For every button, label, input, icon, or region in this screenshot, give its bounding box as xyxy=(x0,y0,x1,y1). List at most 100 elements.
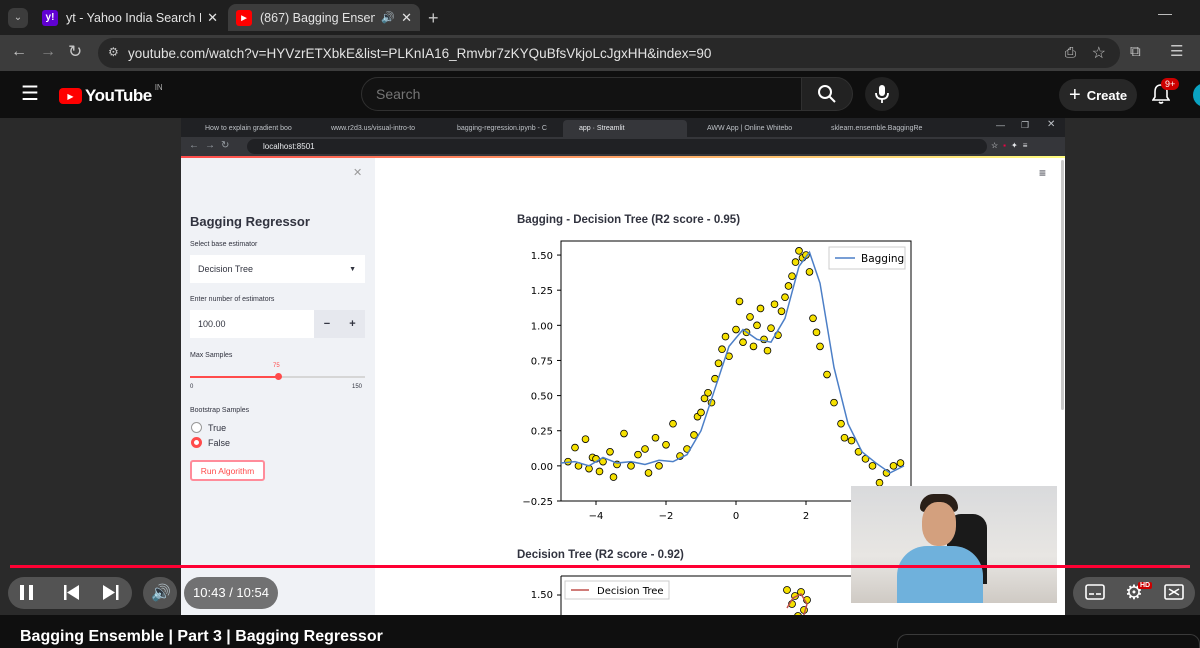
tab-title: yt - Yahoo India Search Results xyxy=(66,10,201,25)
data-point xyxy=(655,462,663,470)
search-input[interactable] xyxy=(362,78,782,110)
scrollbar xyxy=(1061,160,1064,410)
y-tick-label: 1.25 xyxy=(531,286,553,297)
chart-title-2: Decision Tree (R2 score - 0.92) xyxy=(517,549,684,561)
next-icon[interactable] xyxy=(103,585,119,600)
youtube-logo[interactable]: ▶ YouTube IN xyxy=(59,82,163,106)
max-samples-value: 75 xyxy=(273,363,280,369)
forward-icon[interactable]: → xyxy=(40,44,56,60)
tab-title: (867) Bagging Ensemble | P xyxy=(260,10,375,25)
data-point xyxy=(595,467,604,476)
n-estimators-label: Enter number of estimators xyxy=(190,296,275,303)
notifications-button[interactable]: 9+ xyxy=(1151,78,1180,109)
max-samples-label: Max Samples xyxy=(190,352,233,359)
tab-youtube[interactable]: ▶ (867) Bagging Ensemble | P 🔊 ✕ xyxy=(228,4,420,31)
site-info-icon[interactable]: ⚙ xyxy=(108,45,119,59)
data-point xyxy=(697,408,705,417)
bookmark-star-icon[interactable]: ☆ xyxy=(1092,43,1106,63)
data-point xyxy=(644,469,653,477)
inner-close-icon: ✕ xyxy=(1047,119,1056,130)
radio-false: False xyxy=(191,437,230,448)
voice-search-button[interactable] xyxy=(865,77,899,111)
progress-played xyxy=(10,565,1170,568)
n-estimators-input: 100.00 xyxy=(190,310,314,338)
inner-maximize-icon: ❐ xyxy=(1021,120,1030,130)
search-button[interactable] xyxy=(801,77,853,111)
inner-tab: AWW App | Online Whitebo xyxy=(707,125,793,132)
inner-nav-icons: ←→↻ xyxy=(189,140,236,151)
data-point xyxy=(609,473,618,481)
data-point xyxy=(627,462,635,470)
x-tick-label: 2 xyxy=(803,511,809,522)
data-point xyxy=(868,462,877,470)
legend-label: Decision Tree xyxy=(597,586,664,597)
slider-max: 150 xyxy=(352,384,363,390)
region-label: IN xyxy=(154,82,163,92)
presenter-shirt xyxy=(897,546,983,603)
base-estimator-select: Decision Tree ▼ xyxy=(190,255,365,283)
data-point xyxy=(718,345,726,354)
y-tick-label: 0.50 xyxy=(531,392,553,403)
close-icon[interactable]: ✕ xyxy=(401,10,412,26)
tab-search-icon[interactable]: ⌄ xyxy=(8,8,28,28)
new-tab-icon[interactable]: + xyxy=(428,9,439,27)
create-button[interactable]: + Create xyxy=(1059,79,1137,111)
miniplayer-icon[interactable] xyxy=(1164,584,1184,600)
close-icon[interactable]: ✕ xyxy=(207,10,218,26)
inner-url-box: localhost:8501 xyxy=(247,139,987,154)
install-icon[interactable]: ⎙ xyxy=(1065,44,1076,61)
increment-button: + xyxy=(340,310,365,338)
pause-icon[interactable] xyxy=(20,585,34,600)
data-point xyxy=(704,388,712,397)
data-point xyxy=(634,450,642,459)
inner-tab: www.r2d3.us/visual-intro-to xyxy=(331,125,416,132)
menu-icon[interactable]: ☰ xyxy=(21,84,39,104)
data-point xyxy=(763,346,772,355)
bagging-chart: 1.50 1.25 1.00 0.75 0.50 0.25 0.00 −0.25 −4 −2 0 2 B… xyxy=(522,240,912,522)
search-bar[interactable] xyxy=(361,77,802,111)
screen: { "browser": { "tabs": [ {"title": "yt -… xyxy=(0,0,1200,648)
chart-title: Bagging - Decision Tree (R2 score - 0.95… xyxy=(517,214,741,226)
radio-true: True xyxy=(191,422,226,433)
legend-label: Bagging xyxy=(861,253,904,265)
data-point xyxy=(840,433,849,442)
reload-icon[interactable]: ↻ xyxy=(68,43,82,60)
hamburger-icon: ≡ xyxy=(1039,166,1047,180)
minimize-icon[interactable]: — xyxy=(1158,6,1172,20)
y-tick-label: 1.00 xyxy=(531,321,553,332)
data-point xyxy=(753,321,761,330)
reading-list-icon[interactable]: ☰ xyxy=(1170,44,1183,59)
youtube-icon: ▶ xyxy=(236,9,252,26)
browser-tab-strip: ⌄ y! yt - Yahoo India Search Results ✕ ▶… xyxy=(0,0,1200,35)
data-point xyxy=(756,304,765,313)
slider-thumb xyxy=(274,373,282,380)
x-tick-label: −4 xyxy=(589,511,604,522)
data-point xyxy=(812,328,821,337)
data-point xyxy=(823,370,831,379)
data-point xyxy=(669,419,677,428)
data-point xyxy=(732,325,740,334)
video-player[interactable]: How to explain gradient boo www.r2d3.us/… xyxy=(0,118,1200,615)
tab-yahoo[interactable]: y! yt - Yahoo India Search Results ✕ xyxy=(34,4,226,31)
data-point xyxy=(746,313,754,321)
subtitles-icon[interactable] xyxy=(1085,584,1105,600)
y-tick-label: 0.25 xyxy=(531,427,553,438)
previous-icon[interactable] xyxy=(64,585,80,600)
radio-checked-icon xyxy=(191,437,202,448)
inner-tab: bagging-regression.ipynb - C xyxy=(457,125,547,132)
notification-badge: 9+ xyxy=(1161,78,1180,90)
data-point xyxy=(788,272,796,280)
volume-icon[interactable]: 🔊 xyxy=(151,583,171,603)
y-tick-label: 1.50 xyxy=(531,590,553,601)
x-tick-label: −2 xyxy=(659,511,674,522)
presenter-face xyxy=(922,502,956,546)
inner-url-text: localhost:8501 xyxy=(263,142,315,151)
yahoo-icon: y! xyxy=(42,9,58,26)
back-icon[interactable]: ← xyxy=(11,44,27,60)
data-point xyxy=(837,419,845,428)
extensions-icon[interactable]: ⧉ xyxy=(1130,44,1141,59)
speaker-icon[interactable]: 🔊 xyxy=(381,11,395,24)
data-point xyxy=(805,268,814,276)
avatar[interactable] xyxy=(1193,83,1200,107)
address-bar[interactable]: ⚙ youtube.com/watch?v=HYVzrETXbkE&list=P… xyxy=(98,38,1120,68)
